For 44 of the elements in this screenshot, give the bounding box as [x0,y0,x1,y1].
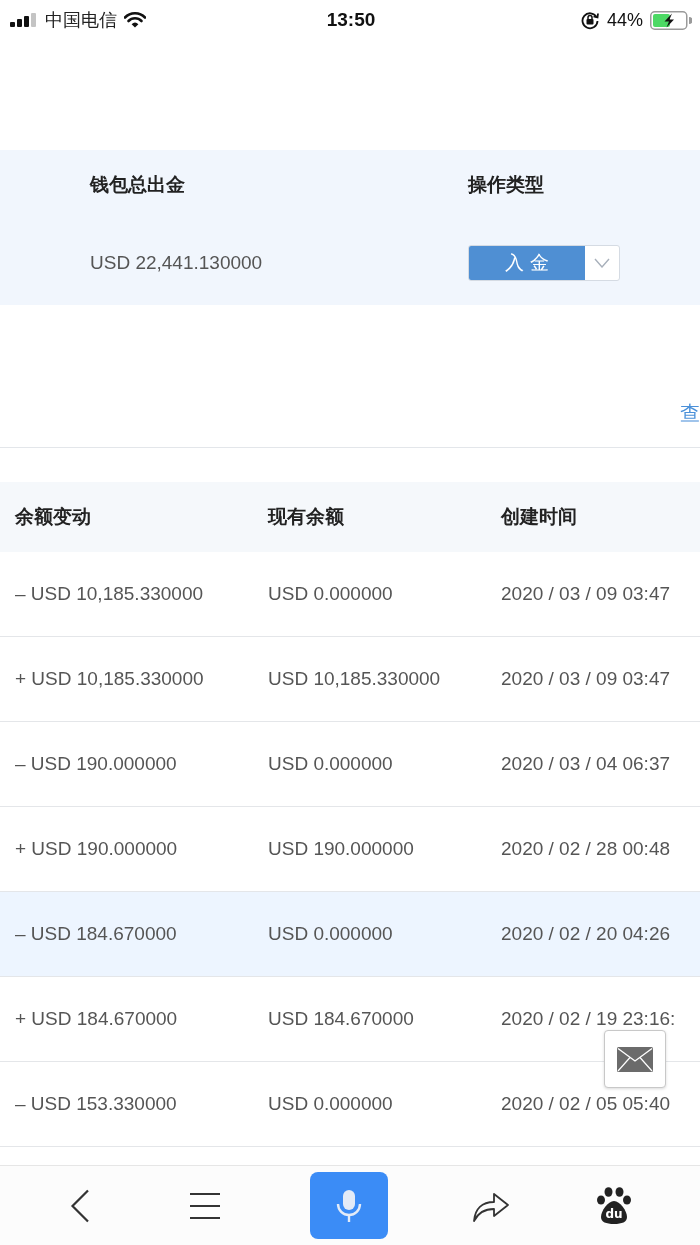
table-cell-text: USD 0.000000 [268,753,394,775]
table-cell-text: 2020 / 02 / 28 00:48 [501,838,672,860]
table-cell-text: + USD 190.000000 [15,838,179,860]
table-cell-text: – USD 190.000000 [15,753,178,775]
table-cell-text: 2020 / 02 / 19 23:16: [501,1008,677,1030]
chevron-down-icon [594,257,610,268]
table-cell-text: USD 0.000000 [268,583,394,605]
table-cell-text: USD 0.000000 [268,923,394,945]
column-header: 余额变动 [15,505,92,529]
table-cell-text: – USD 10,185.330000 [15,583,205,605]
table-cell-text: 2020 / 03 / 09 03:47 [501,583,672,605]
chevron-left-icon [70,1188,90,1223]
menu-icon [189,1191,221,1220]
table-row[interactable]: – USD 184.670000 USD 0.000000 2020 / 02 / 20 04:26 [0,892,700,977]
table-cell-text: 2020 / 03 / 04 06:37 [501,753,672,775]
table-cell-text: 2020 / 02 / 05 05:40 [501,1093,672,1115]
table-cell-text: + USD 10,185.330000 [15,668,205,690]
rotation-lock-icon [579,10,600,30]
column-header: 现有余额 [268,505,345,529]
table-cell-text: USD 10,185.330000 [268,668,442,690]
microphone-button[interactable] [310,1172,388,1239]
wifi-icon [124,12,146,28]
paw-logo-button[interactable]: du [594,1183,634,1228]
summary-label: 操作类型 [468,173,545,197]
summary-value: USD 22,441.130000 [90,251,264,274]
microphone-icon [335,1188,363,1223]
table-cell-text: 2020 / 03 / 09 03:47 [501,668,672,690]
table-cell-text: USD 0.000000 [268,1093,394,1115]
clock-time: 13:50 [326,9,376,31]
table-cell-text: – USD 184.670000 [15,923,178,945]
carrier-name: 中国电信 [45,9,117,32]
mail-button[interactable] [604,1030,666,1088]
mail-icon [617,1046,653,1072]
table-cell-text: 2020 / 02 / 20 04:26 [501,923,672,945]
table-cell-text: USD 190.000000 [268,838,415,860]
summary-label: 钱包总出金 [90,173,186,197]
column-header: 创建时间 [501,505,578,529]
signal-icon [10,13,38,27]
battery-charging-icon [650,10,692,30]
paw-icon [596,1186,632,1225]
battery-percent: 44% [606,9,643,31]
table-cell-text: – USD 153.330000 [15,1093,178,1115]
table-cell-text: + USD 184.670000 [15,1008,179,1030]
table-cell-text: USD 184.670000 [268,1008,415,1030]
